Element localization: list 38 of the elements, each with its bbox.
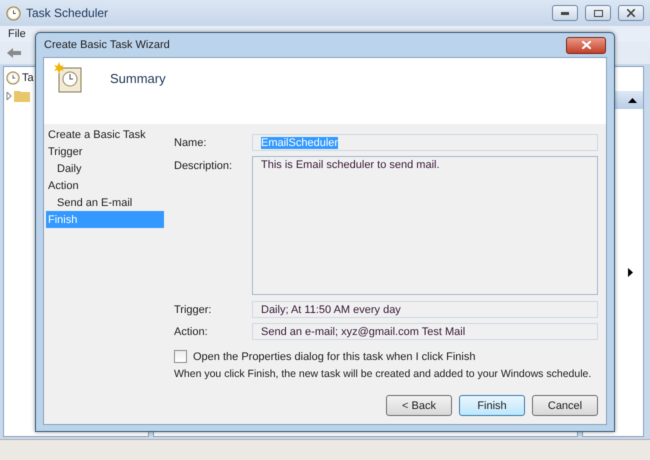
folder-icon — [14, 89, 30, 102]
wizard-step[interactable]: Create a Basic Task — [46, 126, 164, 143]
checkbox-label: Open the Properties dialog for this task when I click Finish — [193, 350, 476, 362]
tree-item[interactable]: Ta — [22, 72, 34, 84]
wizard-step[interactable]: Action — [46, 177, 164, 194]
close-button[interactable] — [618, 5, 644, 21]
field-label: Name: — [174, 136, 208, 148]
minimize-icon — [561, 12, 569, 14]
summary-field[interactable]: Send an e-mail; xyz@gmail.com Test Mail — [252, 323, 598, 340]
collapse-arrow-icon[interactable] — [628, 98, 637, 102]
maximize-button[interactable] — [585, 5, 611, 21]
field-label: Trigger: — [174, 304, 212, 316]
calendar-clock-icon — [54, 62, 84, 94]
field-label: Action: — [174, 326, 209, 338]
summary-field[interactable]: Daily; At 11:50 AM every day — [252, 301, 598, 318]
expand-arrow-icon[interactable] — [628, 268, 633, 277]
clock-icon — [6, 71, 20, 85]
close-icon — [582, 41, 590, 49]
field-label: Description: — [174, 159, 234, 172]
description-field[interactable]: This is Email scheduler to send mail. — [252, 156, 598, 295]
dialog-button[interactable]: Finish — [459, 395, 525, 416]
info-text: When you click Finish, the new task will be created and added to your Windows schedule. — [174, 368, 592, 380]
maximize-icon — [594, 10, 602, 16]
minimize-button[interactable] — [552, 5, 578, 21]
wizard-step[interactable]: Trigger — [46, 143, 164, 160]
dialog-title: Create Basic Task Wizard — [44, 39, 171, 51]
dialog-button[interactable]: < Back — [386, 395, 452, 416]
page-heading: Summary — [110, 71, 166, 86]
menu-item[interactable]: File — [8, 28, 26, 40]
dialog-button[interactable]: Cancel — [532, 395, 598, 416]
checkbox[interactable] — [174, 350, 187, 363]
window-title: Task Scheduler — [26, 6, 110, 20]
close-icon — [627, 9, 635, 17]
wizard-step[interactable]: Daily — [46, 160, 164, 177]
back-arrow-icon[interactable] — [6, 47, 22, 59]
wizard-step[interactable]: Send an E-mail — [46, 194, 164, 211]
clock-icon — [6, 6, 21, 20]
close-button[interactable] — [566, 36, 606, 54]
